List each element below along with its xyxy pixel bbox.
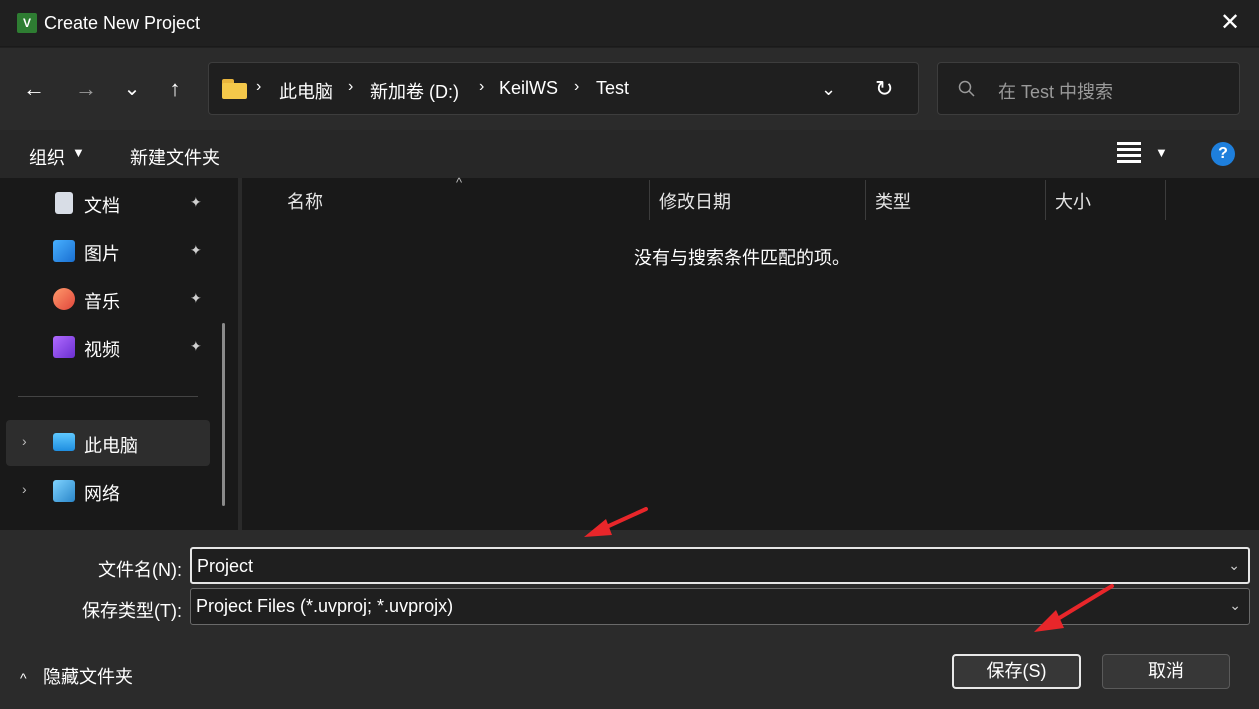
close-button[interactable]: ✕	[1217, 10, 1243, 36]
sort-ascending-icon: ^	[456, 175, 463, 190]
sidebar-item-network[interactable]: › 网络	[0, 468, 218, 514]
pictures-icon	[53, 240, 75, 262]
annotation-arrow-filename	[584, 507, 648, 537]
column-header-date-modified[interactable]: 修改日期	[659, 188, 731, 214]
column-header-name[interactable]: 名称	[287, 188, 323, 214]
sidebar-item-music[interactable]: 音乐 ✦	[0, 276, 218, 322]
forward-button[interactable]: →	[72, 75, 100, 103]
pin-icon[interactable]: ✦	[190, 242, 202, 259]
sidebar-item-label: 音乐	[84, 292, 120, 312]
sidebar-item-label: 图片	[84, 244, 120, 264]
help-icon[interactable]: ?	[1211, 142, 1235, 166]
sidebar-divider	[18, 396, 198, 397]
breadcrumb-test[interactable]: Test	[596, 78, 629, 99]
chevron-up-icon: ^	[20, 670, 27, 686]
hide-folders-label: 隐藏文件夹	[43, 667, 134, 687]
keil-app-icon: V	[17, 13, 37, 33]
search-icon	[958, 80, 975, 97]
navigation-bar: ← → ⌄ ↑ › 此电脑 › 新加卷 (D:) › KeilWS › Test…	[0, 48, 1259, 130]
column-separator[interactable]	[649, 180, 650, 220]
address-bar[interactable]: › 此电脑 › 新加卷 (D:) › KeilWS › Test ⌄ ↻	[208, 62, 919, 115]
breadcrumb-this-pc[interactable]: 此电脑	[279, 78, 333, 104]
music-icon	[53, 288, 75, 310]
view-options-icon[interactable]	[1117, 142, 1141, 164]
sidebar-item-label: 此电脑	[84, 436, 138, 456]
title-bar: V Create New Project ✕	[0, 0, 1259, 47]
network-icon	[53, 480, 75, 502]
chevron-right-icon[interactable]: ›	[22, 433, 27, 449]
chevron-down-icon[interactable]: ⌄	[1228, 557, 1240, 574]
window-title: Create New Project	[44, 13, 201, 33]
sidebar-item-label: 网络	[84, 484, 120, 504]
sidebar-item-videos[interactable]: 视频 ✦	[0, 324, 218, 370]
sidebar-item-label: 文档	[84, 196, 120, 216]
breadcrumb-separator: ›	[574, 78, 580, 95]
sidebar-item-pictures[interactable]: 图片 ✦	[0, 228, 218, 274]
search-input[interactable]: 在 Test 中搜索	[998, 78, 1113, 104]
hide-folders-button[interactable]: ^ 隐藏文件夹	[20, 663, 133, 689]
column-separator[interactable]	[1165, 180, 1166, 220]
empty-folder-message: 没有与搜索条件匹配的项。	[634, 248, 850, 268]
filetype-value: Project Files (*.uvproj; *.uvprojx)	[196, 596, 454, 616]
sidebar-item-documents[interactable]: 文档 ✦	[0, 180, 218, 226]
computer-icon	[53, 433, 75, 451]
sidebar-scrollbar[interactable]	[222, 323, 225, 506]
cancel-button[interactable]: 取消	[1102, 654, 1230, 689]
address-dropdown-icon[interactable]: ⌄	[821, 79, 836, 100]
sidebar-item-this-pc[interactable]: › 此电脑	[6, 420, 210, 466]
chevron-down-icon[interactable]: ⌄	[1229, 597, 1241, 614]
filetype-label: 保存类型(T):	[82, 601, 182, 621]
document-icon	[55, 192, 73, 214]
new-folder-button[interactable]: 新建文件夹	[130, 144, 220, 170]
sidebar-item-label: 视频	[84, 340, 120, 360]
up-button[interactable]: ↑	[161, 75, 189, 103]
breadcrumb-separator: ›	[479, 78, 485, 95]
column-separator[interactable]	[865, 180, 866, 220]
navigation-pane: 文档 ✦ 图片 ✦ 音乐 ✦ 视频 ✦ › 此电脑 › 网络	[0, 178, 238, 530]
caret-down-icon: ▼	[72, 145, 85, 160]
organize-button[interactable]: 组织	[29, 144, 65, 170]
recent-locations-button[interactable]: ⌄	[118, 75, 146, 103]
annotation-arrow-save	[1034, 584, 1114, 632]
breadcrumb-keilws[interactable]: KeilWS	[499, 78, 558, 99]
column-header-size[interactable]: 大小	[1055, 188, 1091, 214]
videos-icon	[53, 336, 75, 358]
refresh-icon[interactable]: ↻	[875, 76, 893, 102]
back-button[interactable]: ←	[20, 75, 48, 103]
pin-icon[interactable]: ✦	[190, 338, 202, 355]
caret-down-icon[interactable]: ▼	[1155, 145, 1168, 160]
folder-icon	[222, 79, 247, 99]
save-button[interactable]: 保存(S)	[952, 654, 1081, 689]
column-separator[interactable]	[1045, 180, 1046, 220]
chevron-right-icon[interactable]: ›	[22, 481, 27, 497]
filename-value[interactable]: Project	[197, 556, 253, 577]
search-box[interactable]: 在 Test 中搜索	[937, 62, 1240, 115]
pin-icon[interactable]: ✦	[190, 194, 202, 211]
filename-field[interactable]: Project ⌄	[190, 547, 1250, 584]
column-header-type[interactable]: 类型	[875, 188, 911, 214]
file-list: ^ 名称 修改日期 类型 大小 没有与搜索条件匹配的项。	[242, 175, 1259, 530]
breadcrumb-separator: ›	[348, 78, 354, 95]
breadcrumb-drive-d[interactable]: 新加卷 (D:)	[370, 78, 459, 104]
breadcrumb-separator: ›	[256, 78, 262, 95]
command-bar: 组织 ▼ 新建文件夹 ▼ ?	[0, 130, 1259, 178]
filename-label: 文件名(N):	[98, 560, 182, 580]
pin-icon[interactable]: ✦	[190, 290, 202, 307]
